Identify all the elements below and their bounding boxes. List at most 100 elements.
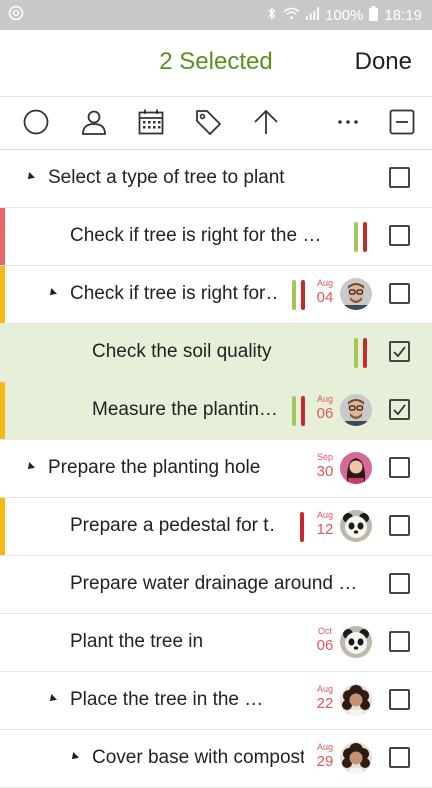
selection-header: 2 Selected Done <box>0 30 432 97</box>
task-row[interactable]: Place the tree in the … Aug 22 <box>0 672 432 730</box>
task-title: Prepare a pedestal for t… <box>70 515 276 536</box>
action-toolbar <box>0 97 432 150</box>
task-row[interactable]: Check if tree is right for… Aug 04 <box>0 266 432 324</box>
task-checkbox[interactable] <box>389 689 410 710</box>
due-date-day: 30 <box>316 463 334 480</box>
priority-indicator <box>0 382 5 439</box>
due-date: Aug 22 <box>314 684 336 712</box>
task-list: Select a type of tree to plant Check if t… <box>0 150 432 788</box>
red-status-bar <box>363 338 367 368</box>
task-title: Check if tree is right for the … <box>70 225 322 246</box>
status-bars <box>354 338 367 368</box>
due-date-month: Oct <box>317 626 332 636</box>
task-checkbox[interactable] <box>389 747 410 768</box>
status-bars <box>292 396 305 426</box>
expand-caret-icon[interactable] <box>47 288 57 298</box>
task-title: Cover base with compost <box>92 747 304 768</box>
status-bars <box>292 280 305 310</box>
more-icon[interactable] <box>334 108 362 136</box>
due-date-day: 06 <box>316 637 334 654</box>
task-row[interactable]: Prepare water drainage around … <box>0 556 432 614</box>
due-date: Aug 12 <box>314 510 336 538</box>
expand-caret-icon[interactable] <box>69 752 79 762</box>
expand-caret-icon[interactable] <box>25 172 35 182</box>
status-bar: 100% 18:19 <box>0 0 432 30</box>
due-date-month: Aug <box>316 394 333 404</box>
task-checkbox[interactable] <box>389 283 410 304</box>
assignee-avatar[interactable] <box>340 626 372 658</box>
task-row[interactable]: Measure the plantin… Aug 06 <box>0 382 432 440</box>
task-checkbox[interactable] <box>389 167 410 188</box>
red-status-bar <box>301 396 305 426</box>
assignee-avatar[interactable] <box>340 452 372 484</box>
priority-indicator <box>0 498 5 555</box>
due-date-month: Aug <box>316 684 333 694</box>
red-status-bar <box>301 280 305 310</box>
assignee-avatar[interactable] <box>340 510 372 542</box>
bluetooth-icon <box>267 6 277 26</box>
deselect-all-icon[interactable] <box>388 108 416 136</box>
task-row[interactable]: Check if tree is right for the … <box>0 208 432 266</box>
task-title: Plant the tree in <box>70 631 204 652</box>
assign-user-icon[interactable] <box>80 108 108 136</box>
task-title: Prepare the planting hole <box>48 457 261 478</box>
green-status-bar <box>354 222 358 252</box>
due-date-day: 29 <box>316 753 334 770</box>
due-date-day: 04 <box>316 289 334 306</box>
priority-indicator <box>0 208 5 265</box>
task-checkbox[interactable] <box>389 457 410 478</box>
due-date-month: Aug <box>316 510 333 520</box>
expand-caret-icon[interactable] <box>47 694 57 704</box>
calendar-icon[interactable] <box>137 108 165 136</box>
task-title: Measure the plantin… <box>92 399 276 420</box>
task-row[interactable]: Cover base with compost Aug 29 <box>0 730 432 788</box>
task-row[interactable]: Prepare a pedestal for t… Aug 12 <box>0 498 432 556</box>
red-status-bar <box>300 512 304 542</box>
task-checkbox[interactable] <box>389 573 410 594</box>
wifi-icon <box>283 7 300 25</box>
signal-icon <box>306 7 320 25</box>
due-date: Aug 06 <box>314 394 336 422</box>
green-status-bar <box>292 396 296 426</box>
red-status-bar <box>363 222 367 252</box>
task-title: Check the soil quality <box>92 341 272 362</box>
expand-caret-icon[interactable] <box>25 462 35 472</box>
task-checkbox[interactable] <box>389 631 410 652</box>
assignee-avatar[interactable] <box>340 278 372 310</box>
due-date: Oct 06 <box>314 626 336 654</box>
due-date: Aug 04 <box>314 278 336 306</box>
move-up-icon[interactable] <box>252 108 280 136</box>
task-row[interactable]: Prepare the planting hole Sep 30 <box>0 440 432 498</box>
done-button[interactable]: Done <box>355 48 412 76</box>
task-title: Check if tree is right for… <box>70 283 276 304</box>
green-status-bar <box>354 338 358 368</box>
assignee-avatar[interactable] <box>340 394 372 426</box>
circle-status-icon[interactable] <box>22 108 50 136</box>
battery-icon <box>369 6 379 26</box>
task-row[interactable]: Select a type of tree to plant <box>0 150 432 208</box>
due-date-day: 06 <box>316 405 334 422</box>
task-checkbox[interactable] <box>389 515 410 536</box>
checkmark-icon <box>393 404 406 416</box>
task-title: Prepare water drainage around … <box>70 573 358 594</box>
due-date-day: 12 <box>316 521 334 538</box>
green-status-bar <box>292 280 296 310</box>
due-date-month: Sep <box>316 452 333 462</box>
app-notification-icon <box>8 5 24 21</box>
priority-indicator <box>0 266 5 323</box>
due-date-month: Aug <box>316 742 333 752</box>
due-date-day: 22 <box>316 695 334 712</box>
battery-percent: 100% <box>325 7 364 24</box>
task-checkbox-checked[interactable] <box>389 399 410 420</box>
task-row[interactable]: Plant the tree in Oct 06 <box>0 614 432 672</box>
checkmark-icon <box>393 346 406 358</box>
task-title: Place the tree in the … <box>70 689 264 710</box>
task-checkbox-checked[interactable] <box>389 341 410 362</box>
tag-icon[interactable] <box>194 108 222 136</box>
task-row[interactable]: Check the soil quality <box>0 324 432 382</box>
assignee-avatar[interactable] <box>340 684 372 716</box>
due-date: Aug 29 <box>314 742 336 770</box>
task-checkbox[interactable] <box>389 225 410 246</box>
assignee-avatar[interactable] <box>340 742 372 774</box>
due-date-month: Aug <box>316 278 333 288</box>
